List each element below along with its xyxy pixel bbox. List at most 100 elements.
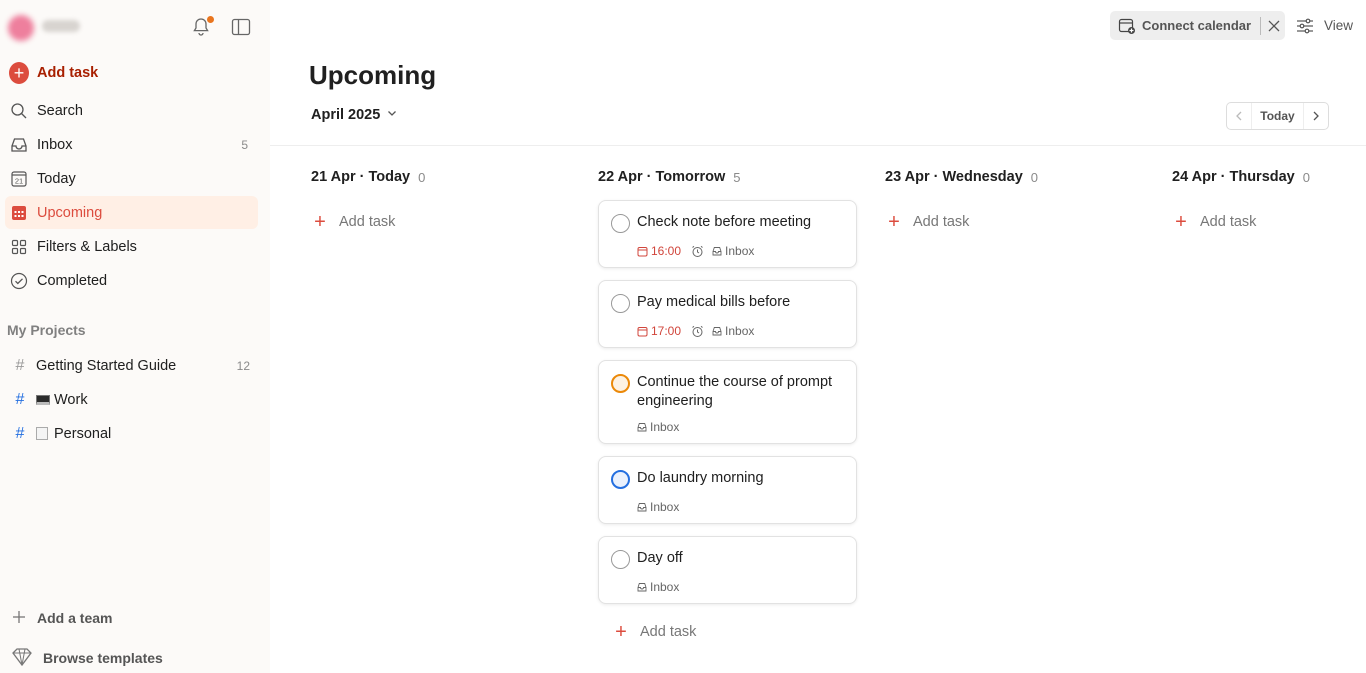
alarm-icon [691, 245, 704, 258]
task-checkbox[interactable] [611, 294, 630, 313]
calendar-plus-icon [1118, 17, 1136, 35]
task-title: Check note before meeting [637, 214, 812, 230]
inbox-icon [637, 583, 647, 592]
connect-calendar-button[interactable]: Connect calendar [1110, 11, 1285, 40]
sidebar-item-filters[interactable]: Filters & Labels [5, 230, 258, 263]
add-team-label: Add a team [37, 610, 113, 626]
plus-icon: + [1175, 210, 1187, 233]
search-icon [9, 101, 29, 121]
sidebar-item-label: Filters & Labels [37, 238, 137, 255]
task-card[interactable]: Do laundry morning Inbox [598, 456, 857, 524]
sidebar-item-completed[interactable]: Completed [5, 264, 258, 297]
plus-icon: + [888, 210, 900, 233]
day-column: 24 Apr · Thursday 0 + Add task [1172, 165, 1362, 237]
task-project: Inbox [637, 420, 679, 434]
add-task-button[interactable]: + Add task [5, 56, 258, 89]
inbox-icon [637, 423, 647, 432]
sidebar-item-upcoming[interactable]: Upcoming [5, 196, 258, 229]
laptop-emoji-icon [36, 394, 50, 405]
sidebar-item-label: Today [37, 170, 76, 187]
sidebar-toggle-icon[interactable] [230, 16, 252, 38]
task-card[interactable]: Continue the course of prompt engineerin… [598, 360, 857, 444]
add-task-button[interactable]: + Add task [885, 207, 1145, 237]
view-label: View [1324, 18, 1354, 33]
page-title: Upcoming [309, 60, 437, 90]
check-circle-icon [9, 271, 29, 291]
task-project: Inbox [712, 244, 754, 258]
inbox-icon [712, 247, 722, 256]
day-header: 23 Apr · Wednesday 0 [885, 165, 1145, 189]
divider [270, 145, 1366, 146]
day-count: 0 [418, 169, 426, 185]
task-checkbox[interactable] [611, 374, 630, 393]
task-due: 16:00 [637, 244, 681, 258]
add-task-label: Add task [37, 64, 99, 81]
chevron-left-icon[interactable] [1227, 110, 1251, 122]
task-title: Do laundry morning [637, 470, 764, 486]
project-personal[interactable]: # Personal [5, 417, 258, 450]
browse-templates-label: Browse templates [43, 650, 163, 666]
sidebar: + Add task Search Inbox 5 21 Today Upcom… [0, 0, 270, 673]
sidebar-item-today[interactable]: 21 Today [5, 162, 258, 195]
month-label: April 2025 [311, 107, 381, 123]
day-header: 21 Apr · Today 0 [311, 165, 571, 189]
close-icon[interactable] [1267, 19, 1281, 33]
day-column: 22 Apr · Tomorrow 5 [598, 165, 860, 189]
inbox-count: 5 [241, 137, 248, 152]
calendar-today-icon: 21 [9, 169, 29, 189]
project-label: Personal [54, 425, 112, 442]
add-task-button[interactable]: + Add task [1172, 207, 1362, 237]
project-label: Inbox [725, 244, 755, 258]
chevron-down-icon [386, 107, 398, 123]
task-project: Inbox [637, 500, 679, 514]
sidebar-item-inbox[interactable]: Inbox 5 [5, 128, 258, 161]
plus-circle-icon: + [9, 61, 29, 84]
today-button[interactable]: Today [1251, 103, 1304, 129]
add-task-label: Add task [339, 214, 396, 230]
day-column: 23 Apr · Wednesday 0 + Add task [885, 165, 1145, 237]
username-blurred[interactable] [42, 20, 80, 32]
task-time: 16:00 [651, 244, 682, 258]
task-checkbox[interactable] [611, 214, 630, 233]
task-checkbox[interactable] [611, 470, 630, 489]
project-label: Getting Started Guide [36, 357, 177, 374]
date-navigator: Today [1226, 102, 1329, 130]
task-title: Day off [637, 550, 683, 566]
project-label: Work [54, 391, 88, 408]
task-card[interactable]: Day off Inbox [598, 536, 857, 604]
projects-heading[interactable]: My Projects [7, 322, 86, 338]
task-project: Inbox [637, 580, 679, 594]
task-time: 17:00 [651, 324, 682, 338]
add-task-button[interactable]: + Add task [311, 207, 571, 237]
chevron-right-icon[interactable] [1304, 110, 1328, 122]
inbox-icon [712, 327, 722, 336]
browse-templates-button[interactable]: Browse templates [5, 643, 258, 673]
add-task-button[interactable]: + Add task [612, 617, 696, 647]
alarm-icon [691, 325, 704, 338]
add-team-button[interactable]: Add a team [5, 603, 258, 633]
notification-dot [207, 16, 214, 23]
day-column: 21 Apr · Today 0 + Add task [311, 165, 571, 237]
task-meta: Inbox [637, 420, 679, 434]
day-title: 22 Apr · Tomorrow [598, 169, 726, 185]
project-work[interactable]: # Work [5, 383, 258, 416]
calendar-icon [637, 326, 648, 336]
project-getting-started[interactable]: # Getting Started Guide 12 [5, 349, 258, 382]
view-button[interactable]: View [1294, 11, 1358, 40]
task-checkbox[interactable] [611, 550, 630, 569]
hash-icon: # [15, 390, 25, 408]
task-card[interactable]: Check note before meeting 16:00 Inbox [598, 200, 857, 268]
sidebar-item-search[interactable]: Search [5, 94, 258, 127]
add-task-label: Add task [640, 624, 697, 640]
project-label: Inbox [650, 500, 680, 514]
avatar[interactable] [8, 15, 34, 41]
task-meta: 17:00 Inbox [637, 324, 754, 338]
sliders-icon [1296, 18, 1314, 34]
project-label: Inbox [650, 580, 680, 594]
sidebar-item-label: Completed [37, 272, 108, 289]
sidebar-item-label: Inbox [37, 136, 73, 153]
task-card[interactable]: Pay medical bills before 17:00 Inbox [598, 280, 857, 348]
svg-text:21: 21 [15, 176, 23, 185]
plus-icon [11, 609, 27, 628]
month-picker[interactable]: April 2025 [311, 107, 398, 123]
